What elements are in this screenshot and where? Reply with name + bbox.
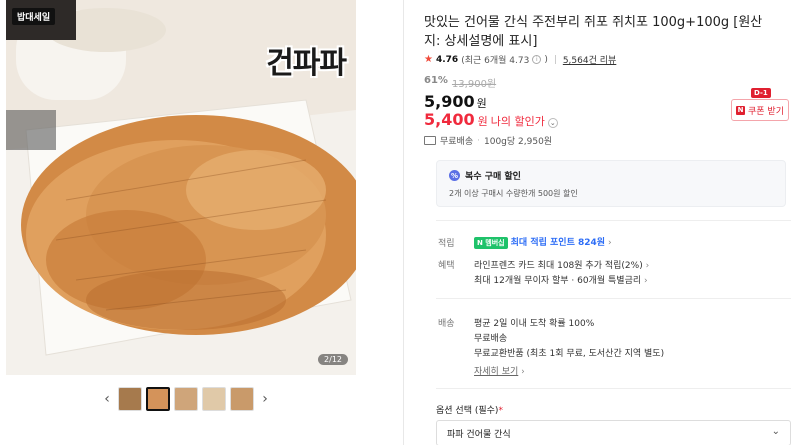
benefit-line-1-text: 라인프렌즈 카드 최대 108원 추가 적립(2%) [474, 261, 643, 271]
bundle-title-row: % 복수 구매 할인 [449, 169, 773, 182]
delivery-more-row: 자세히 보기 › [474, 364, 525, 377]
brand-sticker: 건파파 [266, 46, 347, 81]
product-title: 맛있는 건어물 간식 주전부리 쥐포 쥐치포 100g+100g [원산지: 상… [424, 15, 763, 49]
points-label: 적립 [438, 239, 455, 249]
thumbnail-strip: ‹ › [100, 386, 272, 412]
benefit-line-2[interactable]: 최대 12개월 무이자 할부 · 60개월 특별금리 › [474, 273, 648, 286]
naver-membership-badge: N 멤버십 [474, 237, 508, 249]
option-selected: 파파 건어물 간식 [447, 430, 511, 440]
coupon-dday-badge: D-1 [751, 88, 771, 98]
bundle-discount-box: % 복수 구매 할인 2개 이상 구매시 수량한개 500원 할인 [436, 160, 786, 207]
shipping-row: 무료배송 · 100g당 2,950원 [424, 134, 552, 147]
points-row[interactable]: N 멤버십 최대 적립 포인트 824원 › [474, 235, 612, 249]
price-unit: 원 [476, 97, 487, 110]
option-label-row: 옵션 선택 (필수)* [436, 403, 503, 416]
benefit-line-2-text: 최대 12개월 무이자 할부 · 60개월 특별금리 [474, 276, 642, 286]
percent-icon: % [449, 170, 460, 181]
my-price-unit: 원 [477, 115, 488, 128]
discount-row: 61% 13,900원 [424, 75, 496, 90]
my-price-label: 나의 할인가 [490, 115, 545, 128]
benefit-line-1[interactable]: 라인프렌즈 카드 최대 108원 추가 적립(2%) › [474, 258, 649, 271]
bundle-desc: 2개 이상 구매시 수량한개 500원 할인 [449, 189, 578, 198]
bundle-title: 복수 구매 할인 [465, 172, 521, 182]
chevron-right-icon: › [645, 261, 650, 271]
rating-recent-close: ) [544, 54, 548, 65]
divider [436, 220, 791, 221]
divider [403, 0, 404, 445]
delivery-more-link[interactable]: 자세히 보기 [474, 367, 518, 377]
thumbnail[interactable] [174, 387, 198, 411]
chevron-down-icon: ⌄ [771, 426, 780, 437]
image-counter: 2/12 [318, 354, 348, 365]
chevron-right-icon: › [644, 276, 648, 286]
my-price: 5,400 [424, 110, 475, 129]
review-count-link[interactable]: 5,564건 리뷰 [563, 53, 616, 66]
delivery-line-1: 평균 2일 이내 도착 확률 100% [474, 319, 595, 329]
rating-value: 4.76 [435, 54, 459, 65]
brand-tag: 밥대세일 [12, 8, 56, 25]
prev-arrow-icon[interactable]: ‹ [100, 386, 114, 412]
points-text: 최대 적립 포인트 824원 [510, 238, 606, 248]
option-select[interactable]: 파파 건어물 간식 ⌄ [436, 420, 791, 445]
info-icon[interactable]: i [532, 55, 542, 64]
option-label: 옵션 선택 (필수) [436, 406, 499, 416]
delivery-label: 배송 [438, 319, 455, 329]
thumbnail[interactable] [202, 387, 226, 411]
discount-percent: 61% [424, 75, 448, 86]
thumbnail-active[interactable] [146, 387, 170, 411]
delivery-line-2: 무료배송 [474, 334, 508, 344]
my-price-row: 5,400 원 나의 할인가 ⌄ [424, 110, 558, 129]
naver-n-icon: N [736, 105, 745, 115]
chevron-right-icon: › [521, 367, 525, 377]
star-icon: ★ [424, 54, 433, 65]
thumbnail[interactable] [230, 387, 254, 411]
membership-badge-text: N 멤버십 [477, 239, 505, 247]
thumbnail[interactable] [118, 387, 142, 411]
shipping-free: 무료배송 [440, 137, 474, 147]
unit-price: 100g당 2,950원 [484, 137, 553, 147]
delivery-line-3: 무료교환반품 (최초 1회 무료, 도서산간 지역 별도) [474, 349, 665, 359]
original-price: 13,900원 [451, 79, 497, 90]
divider [436, 298, 791, 299]
next-arrow-icon[interactable]: › [258, 386, 272, 412]
price-row: 5,900 원 [424, 92, 487, 111]
truck-icon [424, 136, 436, 145]
separator [554, 55, 556, 64]
benefits-label: 혜택 [438, 261, 455, 271]
chevron-down-icon[interactable]: ⌄ [547, 118, 558, 128]
chevron-right-icon: › [607, 238, 612, 248]
required-mark: * [498, 406, 503, 416]
product-page: 밥대세일 건파파 2/12 ‹ › 맛있는 건어물 간식 주전부리 쥐포 쥐치포… [0, 0, 800, 445]
rating-recent: (최근 6개월 4.73 [461, 56, 530, 66]
dot-separator: · [477, 135, 480, 146]
coupon-label: 쿠폰 받기 [748, 106, 784, 117]
product-main-image[interactable]: 밥대세일 건파파 2/12 [6, 0, 356, 375]
rating-row: ★ 4.76 (최근 6개월 4.73 i) 5,564건 리뷰 [424, 53, 616, 66]
coupon-button[interactable]: N 쿠폰 받기 [731, 99, 789, 121]
sale-price: 5,900 [424, 92, 475, 111]
divider [436, 388, 791, 389]
